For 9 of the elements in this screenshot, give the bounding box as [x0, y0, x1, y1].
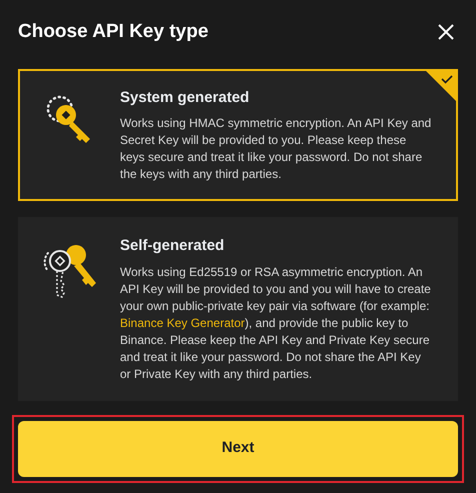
option-title: System generated	[120, 88, 250, 108]
option-card[interactable]	[18, 217, 458, 400]
selected-check-icon	[426, 70, 456, 100]
option-description: Works using HMAC symmetric encryption. An API Key and Secret Key will be provided to you. Please keep these keys secure and treat it like your password. Do not share the keys with any third parties.	[120, 115, 432, 183]
option-description: Works using Ed25519 or RSA asymmetric encryption. An API Key will be provided to you and you will have to create your own public-private key pair via software (for example: Binance Key Generator), and provide the public key to Binance. Please keep the API Key and Private Key secure and treat it like your password. Do not share the API Key or Private Key with any third parties.	[120, 264, 432, 382]
option-title: Self-generated	[120, 236, 226, 256]
key-generator-link[interactable]: Binance Key Generator	[120, 316, 245, 330]
next-button[interactable]: Next	[18, 420, 458, 476]
dialog-title: Choose API Key type	[18, 20, 208, 44]
